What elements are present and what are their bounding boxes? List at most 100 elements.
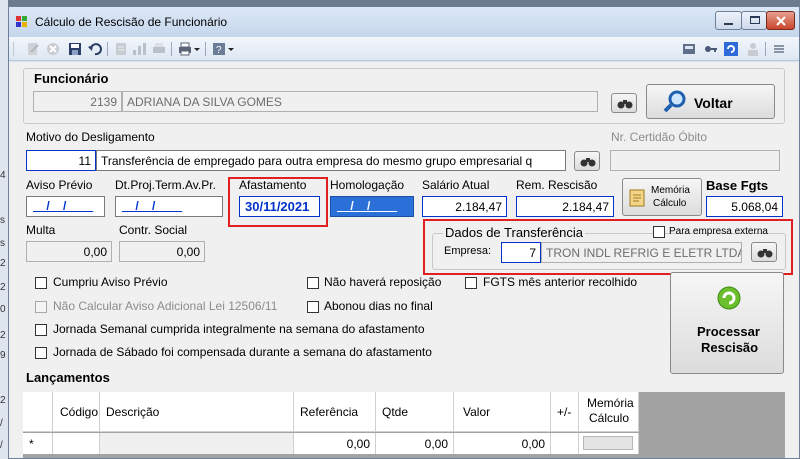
table-cell[interactable] bbox=[551, 433, 579, 454]
table-cell[interactable] bbox=[579, 433, 639, 454]
undo-icon[interactable] bbox=[87, 41, 103, 57]
funcionario-name-field[interactable]: ADRIANA DA SILVA GOMES bbox=[122, 91, 598, 112]
processar-line1: Processar bbox=[697, 324, 760, 339]
chart-icon[interactable] bbox=[131, 41, 147, 57]
edit-icon[interactable] bbox=[25, 41, 41, 57]
column-sinal-label: +/- bbox=[557, 405, 572, 419]
cumpriu-aviso-checkbox[interactable] bbox=[35, 277, 47, 289]
window-title: Cálculo de Rescisão de Funcionário bbox=[35, 15, 228, 29]
motivo-label: Motivo do Desligamento bbox=[26, 130, 155, 144]
printer-icon[interactable] bbox=[177, 41, 193, 57]
binoculars-icon bbox=[580, 158, 596, 167]
rem-rescisao-field[interactable]: 2.184,47 bbox=[516, 196, 614, 217]
desktop-text: s bbox=[0, 215, 5, 226]
help-icon[interactable]: ? bbox=[211, 41, 227, 57]
nao-havera-reposicao-label: Não haverá reposição bbox=[324, 275, 442, 289]
desktop-text: 9 bbox=[0, 350, 6, 361]
memoria-line2: Cálculo bbox=[653, 198, 687, 209]
table-cell[interactable]: 0,00 bbox=[454, 433, 551, 454]
column-referencia-label: Referência bbox=[300, 405, 359, 419]
close-button[interactable] bbox=[766, 11, 795, 30]
voltar-label: Voltar bbox=[694, 95, 733, 111]
jornada-sabado-checkbox[interactable] bbox=[35, 347, 47, 359]
toolbar-separator bbox=[171, 42, 172, 56]
processar-rescisao-button[interactable]: Processar Rescisão bbox=[670, 272, 784, 374]
multa-field[interactable]: 0,00 bbox=[26, 241, 112, 262]
dtproj-label: Dt.Proj.Term.Av.Pr. bbox=[115, 178, 216, 192]
maximize-button[interactable] bbox=[741, 11, 767, 30]
chevron-down-icon[interactable] bbox=[227, 41, 235, 57]
user-icon[interactable] bbox=[745, 41, 761, 57]
nao-calcular-aviso-checkbox[interactable] bbox=[35, 301, 47, 313]
desktop-text: 2 bbox=[0, 330, 6, 341]
base-fgts-label: Base Fgts bbox=[706, 178, 769, 193]
memoria-cell-button[interactable] bbox=[583, 436, 633, 450]
certidao-label: Nr. Certidão Óbito bbox=[611, 130, 708, 144]
grid-column-header[interactable]: Valor bbox=[454, 392, 551, 432]
table-cell[interactable]: 0,00 bbox=[376, 433, 454, 454]
motivo-description-field[interactable]: Transferência de empregado para outra em… bbox=[96, 150, 566, 171]
desktop-text: s bbox=[0, 238, 5, 249]
base-fgts-field[interactable]: 5.068,04 bbox=[706, 196, 783, 217]
funcionario-code-field[interactable]: 2139 bbox=[33, 91, 122, 112]
grid-column-header[interactable]: Qtde bbox=[376, 392, 454, 432]
desktop-text: 4 bbox=[0, 170, 6, 181]
settings-key-icon[interactable] bbox=[703, 41, 719, 57]
grid-column-header[interactable]: +/- bbox=[551, 392, 579, 432]
close-icon bbox=[776, 16, 786, 26]
memoria-calculo-button[interactable]: Memória Cálculo bbox=[622, 178, 702, 216]
cancel-icon[interactable] bbox=[45, 41, 61, 57]
rescisao-window: Cálculo de Rescisão de Funcionário ? Fun… bbox=[8, 6, 800, 459]
contr-social-label: Contr. Social bbox=[119, 223, 188, 237]
grid-column-header[interactable]: Memória Cálculo bbox=[579, 392, 639, 432]
column-descricao-label: Descrição bbox=[106, 405, 160, 419]
salario-atual-field[interactable]: 2.184,47 bbox=[422, 196, 507, 217]
chevron-down-icon[interactable] bbox=[193, 41, 201, 57]
desktop-text: 2 bbox=[0, 258, 6, 269]
memoria-line1: Memória bbox=[651, 185, 690, 196]
table-cell[interactable] bbox=[100, 433, 294, 454]
lancamentos-grid: Código Descrição Referência Qtde Valor +… bbox=[23, 392, 785, 458]
homologacao-field[interactable]: __/__/____ bbox=[330, 196, 414, 217]
voltar-button[interactable]: Voltar bbox=[646, 84, 775, 119]
refresh-icon[interactable] bbox=[723, 41, 739, 57]
minimize-button[interactable] bbox=[715, 11, 742, 30]
table-cell[interactable]: 0,00 bbox=[294, 433, 376, 454]
multa-label: Multa bbox=[26, 223, 56, 237]
save-icon[interactable] bbox=[67, 41, 83, 57]
nao-calcular-aviso-label: Não Calcular Aviso Adicional Lei 12506/1… bbox=[53, 299, 278, 313]
column-calculo-label: Cálculo bbox=[589, 411, 630, 425]
title-bar[interactable]: Cálculo de Rescisão de Funcionário bbox=[9, 7, 799, 37]
funcionario-search-button[interactable] bbox=[611, 93, 637, 113]
dtproj-value: __/__/____ bbox=[122, 199, 183, 213]
grid-column-header[interactable]: Código bbox=[53, 392, 100, 432]
aviso-previo-field[interactable]: __/__/____ bbox=[26, 196, 105, 217]
dtproj-field[interactable]: __/__/____ bbox=[115, 196, 223, 217]
binoculars-icon bbox=[617, 100, 633, 109]
motivo-search-button[interactable] bbox=[574, 151, 600, 171]
print-preview-icon[interactable] bbox=[151, 41, 167, 57]
maximize-icon bbox=[750, 16, 760, 24]
processar-line2: Rescisão bbox=[701, 340, 759, 355]
column-codigo-label: Código bbox=[60, 405, 99, 419]
grid-column-header[interactable]: Referência bbox=[294, 392, 376, 432]
grid-column-header[interactable]: Descrição bbox=[100, 392, 294, 432]
calculator-icon[interactable] bbox=[681, 41, 697, 57]
menu-icon[interactable] bbox=[771, 41, 787, 57]
homologacao-label: Homologação bbox=[330, 178, 405, 192]
toolbar-separator bbox=[107, 42, 108, 56]
process-icon bbox=[717, 286, 741, 310]
table-cell[interactable] bbox=[53, 433, 100, 454]
column-memoria-label: Memória bbox=[587, 396, 634, 410]
jornada-semanal-checkbox[interactable] bbox=[35, 324, 47, 336]
abonou-dias-checkbox[interactable] bbox=[307, 301, 319, 313]
fgts-mes-anterior-checkbox[interactable] bbox=[465, 277, 477, 289]
nao-havera-reposicao-checkbox[interactable] bbox=[307, 277, 319, 289]
svg-text:?: ? bbox=[216, 45, 222, 56]
contr-social-field[interactable]: 0,00 bbox=[119, 241, 205, 262]
report-icon[interactable] bbox=[113, 41, 129, 57]
rem-rescisao-label: Rem. Rescisão bbox=[516, 178, 598, 192]
desktop-text: / bbox=[0, 440, 3, 451]
motivo-code-field[interactable]: 11 bbox=[26, 150, 96, 171]
certidao-field[interactable] bbox=[610, 150, 780, 171]
